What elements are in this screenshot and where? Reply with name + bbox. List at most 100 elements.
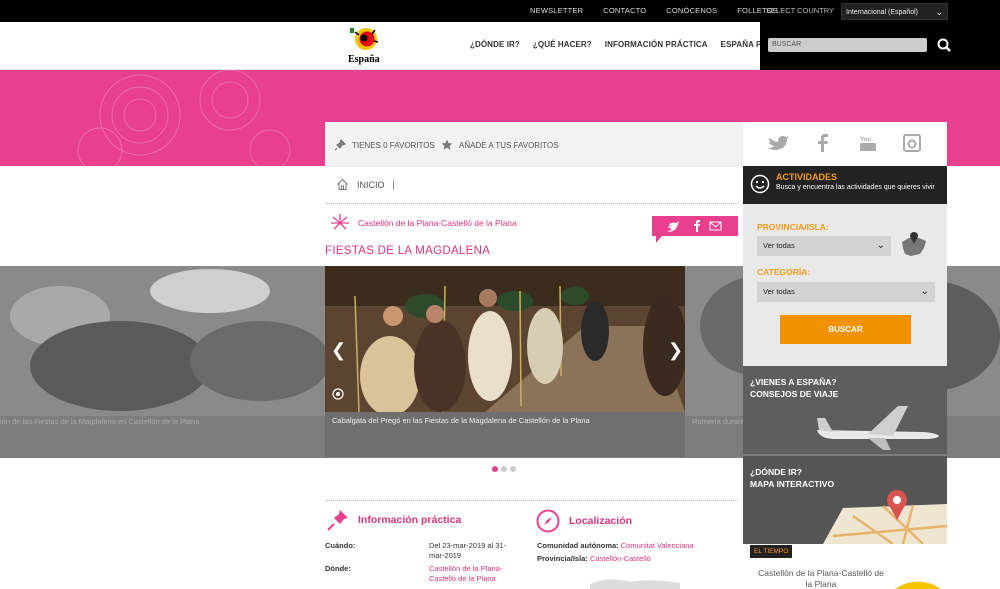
nav-que-hacer[interactable]: ¿QUÉ HACER? — [533, 40, 592, 49]
actividades-title: ACTIVIDADES — [776, 172, 838, 182]
comunidad-label: Comunidad autónoma: — [537, 541, 619, 550]
conocenos-link[interactable]: CONÓCENOS — [666, 0, 717, 22]
donde-value-line1: Castellón de la Plana- — [429, 564, 503, 573]
search-block: BUSCAR — [760, 22, 1000, 70]
favorites-count-label: TIENES 0 FAVORITOS — [352, 140, 435, 150]
info-practica-title: Información práctica — [327, 509, 461, 531]
donde-value-line2: Castelló de la Plana — [429, 574, 496, 583]
sun-logo-icon: España — [348, 28, 380, 65]
donde-value[interactable]: Castellón de la Plana- Castelló de la Pl… — [429, 564, 502, 584]
actividades-filter: PROVINCIA/ISLA: Ver todas ⌄ CATEGORÍA: V… — [743, 204, 947, 366]
cuando-value-line2: mar-2019 — [429, 551, 462, 560]
breadcrumb-home[interactable]: INICIO — [357, 179, 394, 190]
newsletter-link[interactable]: NEWSLETTER — [530, 0, 583, 22]
procession-photo — [325, 266, 685, 412]
categoria-filter-label: CATEGORÍA: — [757, 267, 811, 277]
social-bar: You — [743, 122, 947, 166]
youtube-icon[interactable]: You — [860, 134, 876, 152]
top-bar: NEWSLETTER CONTACTO CONÓCENOS FOLLETOS S… — [0, 0, 1000, 22]
search-input[interactable]: BUSCAR — [768, 38, 927, 52]
buscar-button[interactable]: BUSCAR — [780, 315, 911, 344]
smiley-icon — [750, 174, 770, 194]
divider — [326, 500, 738, 501]
home-icon[interactable] — [336, 178, 349, 191]
gallery-dot-1[interactable] — [492, 466, 498, 472]
svg-text:You: You — [860, 137, 871, 143]
categoria-select[interactable]: Ver todas ⌄ — [757, 282, 935, 302]
gallery-dot-2[interactable] — [501, 466, 507, 472]
gallery-caption: Cabalgata del Pregó en las Fiestas de la… — [332, 416, 590, 425]
camera-icon — [332, 388, 344, 400]
country-select-value: Internacional (Español) — [846, 9, 918, 16]
actividades-subtitle: Busca y encuentra las actividades que qu… — [776, 184, 935, 191]
gallery-caption-previous: ión de las Fiestas de la Magdalena en Ca… — [0, 417, 200, 426]
search-icon[interactable] — [936, 37, 952, 53]
comunidad-link[interactable]: Comunitat Valenciana — [621, 541, 694, 550]
gallery-caption-next: Romería durant — [692, 417, 745, 426]
map-pin-illustration — [823, 490, 947, 544]
provincia-row: Provincia/Isla: Castellón-Castelló — [537, 554, 651, 563]
comunidad-row: Comunidad autónoma: Comunitat Valenciana — [537, 541, 694, 550]
logo-text: España — [348, 54, 380, 65]
share-box — [652, 216, 738, 243]
contacto-link[interactable]: CONTACTO — [603, 0, 646, 22]
localizacion-label: Localización — [569, 515, 633, 527]
divider — [326, 203, 738, 204]
header: España ¿DÓNDE IR? ¿QUÉ HACER? INFORMACIÓ… — [0, 22, 1000, 70]
chevron-down-icon: ⌄ — [876, 240, 885, 251]
airplane-icon — [817, 406, 939, 450]
swirl-pattern-decoration — [77, 70, 291, 166]
instagram-icon[interactable] — [903, 134, 921, 152]
weather-widget: EL TIEMPO Castellón de la Plana-Castelló… — [743, 544, 947, 589]
gallery-main-photo[interactable] — [325, 266, 685, 412]
promo-mapa-line2: MAPA INTERACTIVO — [750, 479, 835, 489]
location-link[interactable]: Castellón de la Plana-Castelló de la Pla… — [358, 218, 517, 228]
provincia-filter-label: PROVINCIA/ISLA: — [757, 222, 829, 232]
actividades-header: ACTIVIDADES Busca y encuentra las activi… — [743, 166, 947, 204]
pin-icon — [334, 139, 346, 151]
top-links: NEWSLETTER CONTACTO CONÓCENOS FOLLETOS — [530, 0, 798, 22]
location-map-thumbnail[interactable] — [590, 574, 680, 589]
gallery-dot-3[interactable] — [510, 466, 516, 472]
nav-donde-ir[interactable]: ¿DÓNDE IR? — [470, 40, 520, 49]
categoria-select-value: Ver todas — [763, 287, 795, 296]
country-select[interactable]: Internacional (Español) ⌄ — [841, 3, 948, 20]
fireworks-icon — [331, 214, 349, 230]
favorites-bar: TIENES 0 FAVORITOS AÑADE A TUS FAVORITOS — [325, 122, 743, 167]
select-country-label: SELECT COUNTRY — [766, 6, 835, 15]
facebook-icon[interactable] — [818, 134, 828, 152]
event-title: FIESTAS DE LA MAGDALENA — [325, 245, 491, 257]
main-nav: ¿DÓNDE IR? ¿QUÉ HACER? INFORMACIÓN PRÁCT… — [470, 40, 799, 49]
localizacion-title: Localización — [536, 509, 632, 533]
gallery-next-arrow[interactable]: ❯ — [668, 340, 683, 361]
cuando-value: Del 23-mar-2019 al 31- mar-2019 — [429, 541, 506, 561]
gallery-prev-arrow[interactable]: ❮ — [331, 340, 346, 361]
gallery-caption-bar: Cabalgata del Pregó en las Fiestas de la… — [325, 412, 685, 457]
cuando-label-row: Cuándo: — [325, 541, 355, 550]
twitter-icon[interactable] — [767, 134, 789, 152]
weather-tag: EL TIEMPO — [750, 545, 793, 558]
donde-label: Dónde: — [325, 564, 351, 573]
info-practica-label: Información práctica — [358, 514, 462, 526]
spain-logo[interactable]: España — [345, 24, 387, 68]
chevron-down-icon: ⌄ — [920, 286, 929, 297]
favorites-count[interactable]: TIENES 0 FAVORITOS — [334, 139, 435, 151]
provincia-select[interactable]: Ver todas ⌄ — [757, 236, 891, 256]
promo-viaje-line1: ¿VIENES A ESPAÑA? — [750, 377, 837, 387]
weather-city-line1: Castellón de la Plana-Castelló de — [758, 568, 884, 578]
spain-map-icon — [902, 232, 926, 256]
weather-city-line2: la Plana — [805, 579, 837, 589]
cuando-label: Cuándo: — [325, 541, 356, 550]
star-icon — [441, 139, 453, 150]
consejos-viaje-promo[interactable]: ¿VIENES A ESPAÑA? CONSEJOS DE VIAJE — [743, 366, 947, 454]
add-favorite-button[interactable]: AÑADE A TUS FAVORITOS — [441, 139, 559, 151]
mapa-interactivo-promo[interactable]: ¿DÓNDE IR? MAPA INTERACTIVO — [743, 456, 947, 544]
nav-informacion-practica[interactable]: INFORMACIÓN PRÁCTICA — [605, 40, 708, 49]
sun-weather-icon — [895, 581, 941, 589]
event-location: Castellón de la Plana-Castelló de la Pla… — [330, 213, 517, 233]
chevron-down-icon: ⌄ — [935, 7, 943, 17]
provincia-link[interactable]: Castellón-Castelló — [590, 554, 651, 563]
promo-mapa-line1: ¿DÓNDE IR? — [750, 467, 802, 477]
gallery-pagination — [492, 466, 516, 472]
provincia-label: Provincia/Isla: — [537, 554, 588, 563]
